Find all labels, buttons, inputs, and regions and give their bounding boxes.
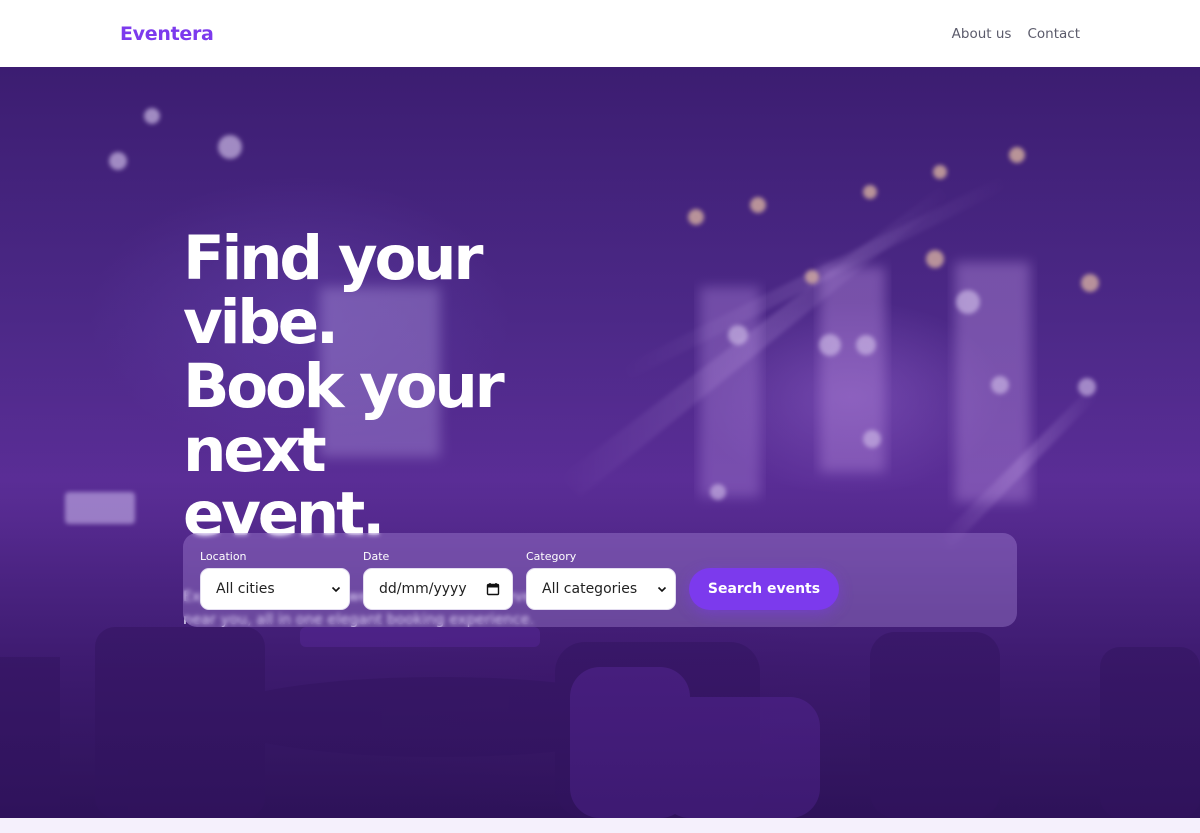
category-field: Category All categories [526,549,676,610]
brand-logo[interactable]: Eventera [120,23,214,45]
hero-section: Find your vibe. Book your next event. Ex… [0,67,1200,818]
hero-title-line-2: Book your next [183,351,505,486]
date-label: Date [363,550,390,563]
search-panel: Location All cities Date dd/mm/yyyy Cate… [183,533,1017,627]
category-label: Category [526,550,577,563]
category-select[interactable]: All categories [526,568,676,610]
chevron-down-icon [657,586,667,593]
location-select-value: All cities [216,581,275,597]
site-header: Eventera About us Contact [0,0,1200,67]
category-select-value: All categories [542,581,638,597]
nav-link-about[interactable]: About us [952,26,1012,42]
search-events-button[interactable]: Search events [689,568,839,610]
main-nav: About us Contact [952,26,1080,42]
date-input-value: dd/mm/yyyy [379,581,467,597]
date-input[interactable]: dd/mm/yyyy [363,568,513,610]
calendar-icon[interactable] [486,582,500,596]
page-bottom-edge [0,818,1200,833]
hero-title: Find your vibe. Book your next event. [183,227,643,547]
location-select[interactable]: All cities [200,568,350,610]
nav-link-contact[interactable]: Contact [1027,26,1080,42]
location-label: Location [200,550,247,563]
date-field: Date dd/mm/yyyy [363,549,513,610]
chevron-down-icon [331,586,341,593]
hero-title-line-1: Find your vibe. [183,223,483,358]
location-field: Location All cities [200,549,350,610]
